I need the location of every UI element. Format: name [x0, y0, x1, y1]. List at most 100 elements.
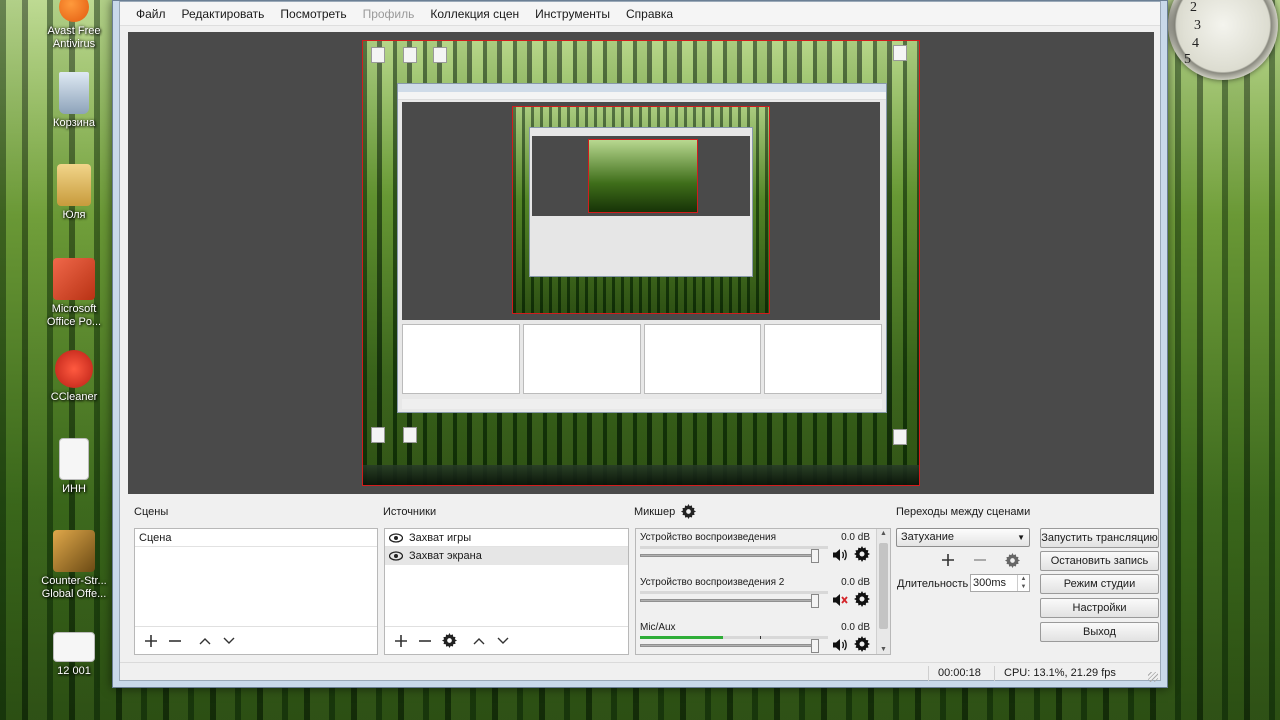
add-source-button[interactable] — [391, 631, 411, 651]
gear-icon[interactable] — [854, 591, 870, 607]
scene-item[interactable]: Сцена — [135, 529, 377, 547]
speaker-muted-icon[interactable] — [832, 592, 848, 608]
eye-icon[interactable] — [389, 532, 403, 543]
mixer-header: Микшер — [634, 504, 697, 519]
volume-slider[interactable] — [640, 639, 819, 653]
status-bar: 00:00:18 CPU: 13.1%, 21.29 fps — [120, 662, 1160, 684]
desktop-icon-file[interactable]: 12 001 — [38, 632, 110, 678]
volume-slider[interactable] — [640, 594, 819, 608]
desktop-icon-ccleaner[interactable]: CCleaner — [38, 350, 110, 404]
scroll-down-icon[interactable]: ▼ — [877, 646, 890, 653]
scenes-toolbar — [135, 626, 377, 654]
preview-source-frame[interactable] — [362, 40, 920, 486]
menu-profile: Профиль — [362, 6, 415, 21]
move-scene-down-button[interactable] — [219, 631, 239, 651]
mixer-channel: Устройство воспроизведения 2 0.0 dB — [636, 574, 876, 618]
add-transition-button[interactable] — [938, 550, 958, 570]
menu-scene-collection[interactable]: Коллекция сцен — [422, 2, 527, 26]
source-item[interactable]: Захват экрана — [385, 547, 628, 565]
meter-peak — [760, 636, 762, 639]
gear-icon[interactable] — [681, 504, 697, 519]
transition-properties-button[interactable] — [1002, 550, 1022, 570]
exit-button[interactable]: Выход — [1040, 622, 1159, 642]
menu-file[interactable]: Файл — [128, 2, 174, 26]
source-item[interactable]: Захват игры — [385, 529, 628, 547]
chevron-down-icon: ▼ — [1017, 533, 1025, 542]
remove-source-button[interactable] — [415, 631, 435, 651]
scroll-up-icon[interactable]: ▲ — [877, 530, 890, 537]
scrollbar-thumb[interactable] — [879, 543, 888, 629]
channel-db: 0.0 dB — [841, 622, 870, 633]
studio-mode-button[interactable]: Режим студии — [1040, 574, 1159, 594]
desktop-icon-powerpoint[interactable]: Microsoft Office Po... — [38, 258, 110, 329]
mixer-scrollbar[interactable]: ▲ ▼ — [876, 529, 890, 654]
volume-meter — [640, 591, 828, 594]
desktop-icon-csgo[interactable]: Counter-Str... Global Offe... — [38, 530, 110, 601]
menu-edit[interactable]: Редактировать — [174, 2, 273, 26]
slider-handle[interactable] — [811, 594, 819, 608]
remove-transition-button[interactable] — [970, 550, 990, 570]
desktop-icon-label: 12 001 — [57, 665, 91, 677]
desktop-icon-avast[interactable]: Avast Free Antivirus — [38, 0, 110, 51]
add-scene-button[interactable] — [141, 631, 161, 651]
nested-obs-window — [397, 83, 887, 413]
scenes-title: Сцены — [134, 506, 169, 518]
menu-tools[interactable]: Инструменты — [527, 2, 618, 26]
powerpoint-icon — [53, 258, 95, 300]
transition-select[interactable]: Затухание ▼ — [896, 528, 1030, 547]
plus-icon — [395, 634, 407, 647]
duration-input[interactable]: 300ms ▲ ▼ — [970, 574, 1030, 592]
duration-label: Длительность — [897, 578, 969, 590]
menu-view[interactable]: Посмотреть — [272, 2, 354, 26]
down-icon — [497, 637, 509, 644]
desktop-icon-label: Юля — [62, 209, 86, 221]
recycle-bin-icon — [59, 72, 89, 114]
speaker-icon[interactable] — [832, 547, 848, 563]
remove-scene-button[interactable] — [165, 631, 185, 651]
csgo-icon — [53, 530, 95, 572]
volume-slider[interactable] — [640, 549, 819, 563]
gear-icon — [1004, 552, 1020, 568]
channel-name: Устройство воспроизведения 2 — [640, 577, 785, 588]
gear-icon[interactable] — [854, 546, 870, 562]
desktop-icon-label: ИНН — [62, 483, 86, 495]
start-stream-button[interactable]: Запустить трансляцию — [1040, 528, 1159, 548]
nested-desktop-icon — [371, 47, 385, 63]
gear-icon[interactable] — [854, 636, 870, 652]
transition-toolbar — [938, 550, 1022, 570]
mixer-panel: Устройство воспроизведения 0.0 dB Устрой… — [635, 528, 891, 655]
volume-meter — [640, 636, 828, 639]
nested-desktop-icon — [403, 47, 417, 63]
eye-icon[interactable] — [389, 551, 403, 561]
desktop-icon-document[interactable]: ИНН — [38, 438, 110, 496]
nested-desktop-icon — [893, 429, 907, 445]
channel-db: 0.0 dB — [841, 532, 870, 543]
desktop-icon-recycle-bin[interactable]: Корзина — [38, 72, 110, 130]
desktop-icon-folder[interactable]: Юля — [38, 164, 110, 222]
slider-handle[interactable] — [811, 549, 819, 563]
file-icon — [53, 632, 95, 662]
resize-grip[interactable] — [1148, 672, 1158, 682]
nested-desktop-icon — [433, 47, 447, 63]
minus-icon — [419, 639, 431, 642]
channel-name: Mic/Aux — [640, 622, 676, 633]
nested-desktop-icon — [893, 45, 907, 61]
scenes-list: Сцена — [135, 529, 377, 626]
move-source-down-button[interactable] — [493, 631, 513, 651]
preview-canvas[interactable] — [128, 32, 1154, 494]
menu-help[interactable]: Справка — [618, 2, 681, 26]
folder-icon — [57, 164, 91, 206]
speaker-icon[interactable] — [832, 637, 848, 653]
source-properties-button[interactable] — [439, 631, 459, 651]
desktop-clock-gadget: 2 3 4 5 — [1168, 0, 1278, 80]
avast-icon — [59, 0, 89, 22]
slider-handle[interactable] — [811, 639, 819, 653]
channel-db: 0.0 dB — [841, 577, 870, 588]
duration-spinner[interactable]: ▲ ▼ — [1017, 575, 1029, 591]
stop-recording-button[interactable]: Остановить запись — [1040, 551, 1159, 571]
cpu-fps-readout: CPU: 13.1%, 21.29 fps — [1004, 667, 1116, 679]
move-source-up-button[interactable] — [469, 631, 489, 651]
settings-button[interactable]: Настройки — [1040, 598, 1159, 618]
move-scene-up-button[interactable] — [195, 631, 215, 651]
volume-meter — [640, 546, 828, 549]
